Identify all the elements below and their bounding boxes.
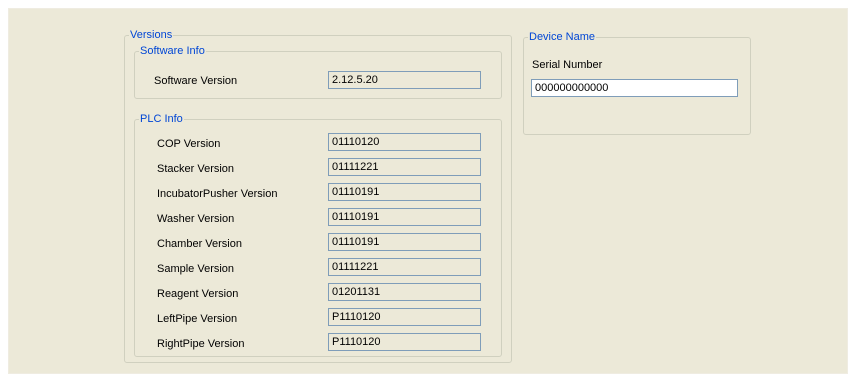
sample-version-field[interactable]: 01111221 <box>328 258 481 276</box>
rightpipe-version-label: RightPipe Version <box>157 338 245 350</box>
chamber-version-field[interactable]: 01110191 <box>328 233 481 251</box>
serial-number-label: Serial Number <box>532 59 603 71</box>
device-name-group: Device Name Serial Number 000000000000 <box>523 30 751 135</box>
serial-number-field[interactable]: 000000000000 <box>531 79 738 97</box>
leftpipe-version-label: LeftPipe Version <box>157 313 238 325</box>
reagent-version-label: Reagent Version <box>157 288 239 300</box>
versions-legend: Versions <box>129 28 174 42</box>
stacker-version-label: Stacker Version <box>157 163 235 175</box>
software-info-legend: Software Info <box>139 44 206 58</box>
reagent-version-field[interactable]: 01201131 <box>328 283 481 301</box>
software-version-label: Software Version <box>154 75 238 87</box>
version-info-panel: Versions Software Info Software Version … <box>8 8 848 374</box>
incubatorpusher-version-label: IncubatorPusher Version <box>157 188 278 200</box>
washer-version-field[interactable]: 01110191 <box>328 208 481 226</box>
software-info-group: Software Info Software Version 2.12.5.20 <box>134 44 502 99</box>
plc-info-group: PLC Info COP Version 01110120 Stacker Ve… <box>134 112 502 357</box>
cop-version-field[interactable]: 01110120 <box>328 133 481 151</box>
plc-info-legend: PLC Info <box>139 112 184 126</box>
cop-version-label: COP Version <box>157 138 221 150</box>
chamber-version-label: Chamber Version <box>157 238 242 250</box>
stacker-version-field[interactable]: 01111221 <box>328 158 481 176</box>
incubatorpusher-version-field[interactable]: 01110191 <box>328 183 481 201</box>
device-name-legend: Device Name <box>528 30 597 44</box>
versions-group: Versions Software Info Software Version … <box>124 28 512 363</box>
washer-version-label: Washer Version <box>157 213 235 225</box>
sample-version-label: Sample Version <box>157 263 235 275</box>
rightpipe-version-field[interactable]: P1110120 <box>328 333 481 351</box>
software-version-field[interactable]: 2.12.5.20 <box>328 71 481 89</box>
leftpipe-version-field[interactable]: P1110120 <box>328 308 481 326</box>
